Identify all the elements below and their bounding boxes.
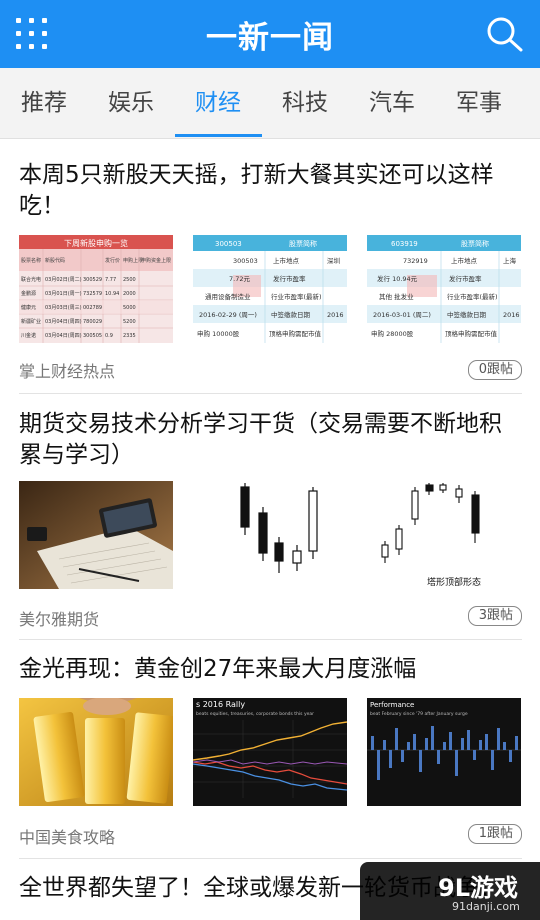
svg-text:03月04日(周四): 03月04日(周四) [45,333,82,339]
table-header-cell: 申购上限 [123,257,143,264]
category-tab-bar: 推荐 娱乐 财经 科技 汽车 军事 [0,68,540,139]
svg-text:通用设备制造业: 通用设备制造业 [205,292,251,301]
svg-text:002789: 002789 [83,305,102,311]
svg-text:上市地点: 上市地点 [273,256,300,265]
news-item[interactable]: 期货交易技术分析学习干货（交易需要不断地积累与学习） 塔形顶部形态 美尔雅期货 … [0,394,540,640]
svg-text:300503: 300503 [233,257,258,265]
article-thumbnail: 603919 股票简称 732919 上市地点 上海 发行 10.94元 发行市盈率 … [367,235,521,343]
svg-text:603919: 603919 [391,240,418,248]
article-source: 美尔雅期货 [19,610,100,629]
svg-text:03月04日(周四): 03月04日(周四) [45,319,82,325]
svg-text:股票简称: 股票简称 [461,239,489,248]
svg-text:上海: 上海 [503,256,517,265]
search-icon[interactable] [484,14,526,54]
svg-text:5200: 5200 [123,319,136,325]
svg-text:10.94: 10.94 [105,291,119,297]
svg-text:780029: 780029 [83,319,102,325]
tab-military[interactable]: 军事 [439,68,519,138]
svg-text:03月01日(周一): 03月01日(周一) [45,291,82,297]
svg-text:发行市盈率: 发行市盈率 [449,274,482,283]
news-item[interactable]: 金光再现：黄金创27年来最大月度涨幅 s 2016 Rally beats eq… [0,640,540,860]
svg-text:联合光电: 联合光电 [21,276,41,283]
svg-text:300503: 300503 [215,240,242,248]
article-thumbnail [19,481,173,589]
svg-text:发行 10.94元: 发行 10.94元 [377,274,418,283]
table-header-cell: 新股代码 [45,257,65,264]
article-thumbnail: Performance beat February since '79 afte… [367,698,521,806]
svg-text:300505: 300505 [83,333,102,339]
svg-text:732579: 732579 [83,291,102,297]
svg-text:732919: 732919 [403,257,428,265]
comment-count-badge[interactable]: 3跟帖 [467,606,522,626]
svg-text:2016: 2016 [503,311,520,319]
article-thumbnail: 下周新股申购一览 股票名称 新股代码 发行价 申购上限 申购资金上限 联合光电 0… [19,235,173,343]
svg-text:金鹏源: 金鹏源 [21,290,36,297]
svg-text:发行市盈率: 发行市盈率 [273,274,306,283]
article-thumbnail [193,481,347,589]
article-source: 中国美食攻略 [19,828,116,847]
tab-tech[interactable]: 科技 [265,68,345,138]
svg-text:申购 10000股: 申购 10000股 [197,329,240,338]
article-title: 金光再现：黄金创27年来最大月度涨幅 [19,656,417,682]
svg-text:5000: 5000 [123,305,136,311]
svg-text:健康元: 健康元 [21,304,36,311]
svg-text:申购 28000股: 申购 28000股 [371,329,414,338]
chart-caption: s 2016 Rally [196,700,245,709]
svg-text:股票简称: 股票简称 [289,239,317,248]
svg-text:中签缴款日期: 中签缴款日期 [271,310,311,319]
watermark-url: 91danji.com [452,900,520,913]
chart-subtitle: beat February since '79 after January su… [370,711,468,717]
table-header-cell: 股票名称 [21,257,41,264]
thumbnail-caption: 塔形顶部形态 [427,576,481,588]
tab-auto[interactable]: 汽车 [352,68,432,138]
svg-text:2016-02-29 (周一): 2016-02-29 (周一) [199,311,257,319]
svg-text:顶格申购需配市值: 顶格申购需配市值 [445,329,498,338]
article-thumbnail: 塔形顶部形态 [367,481,521,589]
article-title: 期货交易技术分析学习干货（交易需要不断地积累与学习） [19,411,502,468]
tab-entertainment[interactable]: 娱乐 [91,68,171,138]
svg-text:行业市盈率(最新): 行业市盈率(最新) [447,292,498,301]
active-tab-indicator [175,134,262,137]
comment-count-badge[interactable]: 0跟帖 [467,360,522,380]
svg-text:新疆矿业: 新疆矿业 [21,318,41,325]
svg-text:深圳: 深圳 [327,256,340,265]
svg-text:2500: 2500 [123,277,136,283]
tab-recommend[interactable]: 推荐 [4,68,84,138]
divider [19,858,522,859]
table-header-cell: 发行价 [105,257,120,264]
thumbnail-caption: 下周新股申购一览 [64,238,128,248]
svg-text:03月02日(周二): 03月02日(周二) [45,277,82,283]
svg-text:7.72元: 7.72元 [229,275,250,283]
article-thumbnail: s 2016 Rally beats equities, treasuries,… [193,698,347,806]
chart-caption: Performance [370,701,414,709]
chart-subtitle: beats equities, treasuries, corporate bo… [196,711,314,717]
tab-finance[interactable]: 财经 [178,68,258,138]
site-watermark: 9L游戏 91danji.com [360,862,540,920]
svg-text:2016: 2016 [327,311,344,319]
svg-text:2335: 2335 [123,333,136,339]
article-title: 本周5只新股天天摇，打新大餐其实还可以这样吃！ [19,162,494,219]
svg-text:03月03日(周三): 03月03日(周三) [45,305,82,311]
article-thumbnail [19,698,173,806]
article-thumbnail: 300503 股票简称 300503 上市地点 深圳 7.72元 发行市盈率 通用设备… [193,235,347,343]
svg-text:顶格申购需配市值: 顶格申购需配市值 [269,329,322,338]
svg-text:0.9: 0.9 [105,333,113,339]
app-header: 一新一闻 [0,0,540,68]
svg-text:中签缴款日期: 中签缴款日期 [447,310,487,319]
news-item[interactable]: 本周5只新股天天摇，打新大餐其实还可以这样吃！ 下周新股申购一览 股票名称 新股… [0,139,540,395]
app-title: 一新一闻 [206,20,334,56]
svg-text:其他 批发业: 其他 批发业 [379,292,414,301]
svg-text:300529: 300529 [83,277,102,283]
svg-text:2000: 2000 [123,291,136,297]
article-source: 掌上财经热点 [19,362,116,381]
comment-count-badge[interactable]: 1跟帖 [467,824,522,844]
svg-text:7.77: 7.77 [105,277,116,283]
svg-text:行业市盈率(最新): 行业市盈率(最新) [271,292,322,301]
svg-text:川金诺: 川金诺 [21,332,36,339]
watermark-logo: 9L游戏 [438,874,518,902]
svg-text:2016-03-01 (周二): 2016-03-01 (周二) [373,311,431,319]
svg-text:上市地点: 上市地点 [451,256,478,265]
table-header-cell: 申购资金上限 [141,257,171,264]
